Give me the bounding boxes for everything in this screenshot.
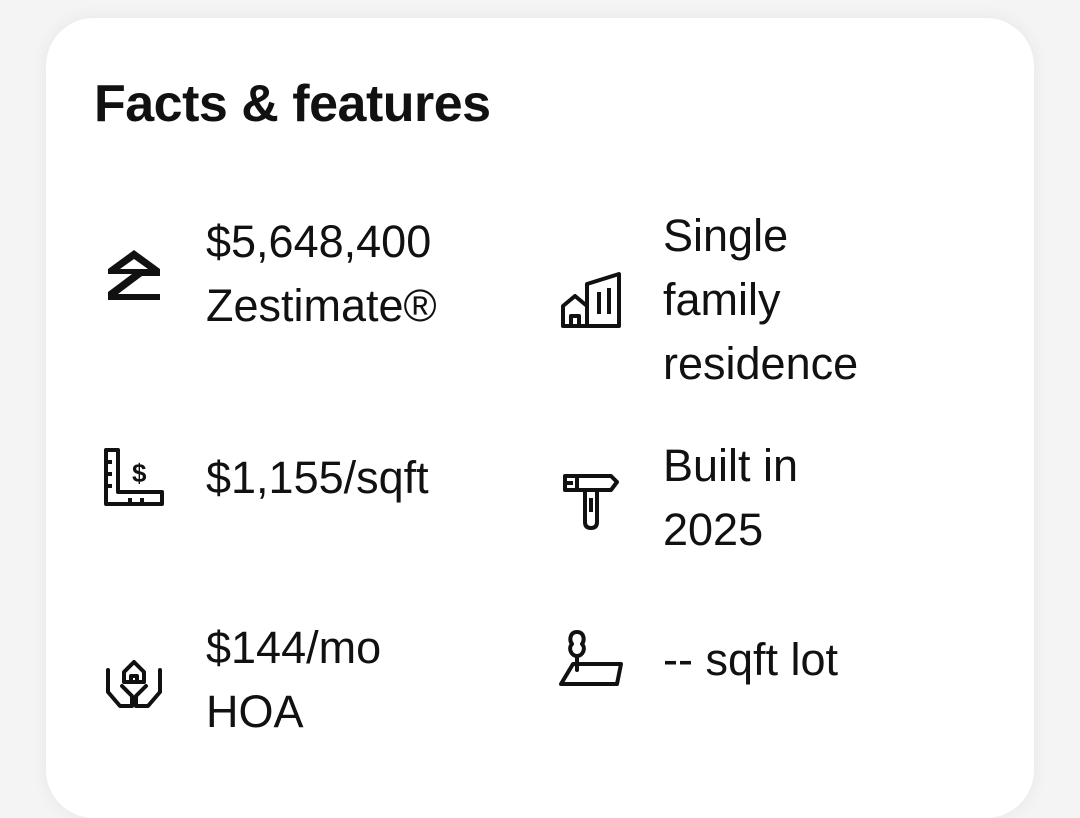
fact-home-type: Single family residence bbox=[559, 204, 923, 396]
zestimate-label: Zestimate® bbox=[206, 280, 437, 331]
hoa-label: HOA bbox=[206, 686, 304, 737]
svg-text:$: $ bbox=[132, 458, 147, 488]
fact-year-built: Built in 2025 bbox=[559, 434, 923, 562]
ruler-dollar-icon: $ bbox=[102, 446, 166, 510]
home-type-line-2: family bbox=[663, 274, 781, 325]
lot-tree-icon bbox=[559, 628, 623, 692]
buildings-icon bbox=[559, 268, 623, 332]
year-built-line-2: 2025 bbox=[663, 504, 764, 555]
fact-hoa-text: $144/mo HOA bbox=[206, 616, 526, 744]
fact-hoa: $144/mo HOA bbox=[102, 616, 526, 744]
hoa-value: $144/mo bbox=[206, 622, 382, 673]
fact-lot-size-text: -- sqft lot bbox=[663, 628, 923, 692]
hands-house-icon bbox=[102, 648, 166, 712]
facts-features-card: Facts & features $5,648,400 Zestimate® $ bbox=[46, 18, 1034, 818]
fact-price-per-sqft: $ $1,155/sqft bbox=[102, 446, 526, 510]
home-type-line-3: residence bbox=[663, 338, 859, 389]
fact-zestimate-text: $5,648,400 Zestimate® bbox=[206, 210, 526, 338]
section-title: Facts & features bbox=[94, 75, 491, 133]
zillow-logo-icon bbox=[102, 242, 166, 306]
fact-home-type-text: Single family residence bbox=[663, 204, 923, 396]
hammer-icon bbox=[559, 466, 623, 530]
price-per-sqft-value: $1,155/sqft bbox=[206, 452, 429, 503]
lot-size-value: -- sqft lot bbox=[663, 634, 839, 685]
zestimate-value: $5,648,400 bbox=[206, 216, 432, 267]
fact-year-built-text: Built in 2025 bbox=[663, 434, 923, 562]
fact-zestimate: $5,648,400 Zestimate® bbox=[102, 210, 526, 338]
home-type-line-1: Single bbox=[663, 210, 789, 261]
year-built-line-1: Built in bbox=[663, 440, 799, 491]
fact-price-per-sqft-text: $1,155/sqft bbox=[206, 446, 526, 510]
fact-lot-size: -- sqft lot bbox=[559, 628, 923, 692]
